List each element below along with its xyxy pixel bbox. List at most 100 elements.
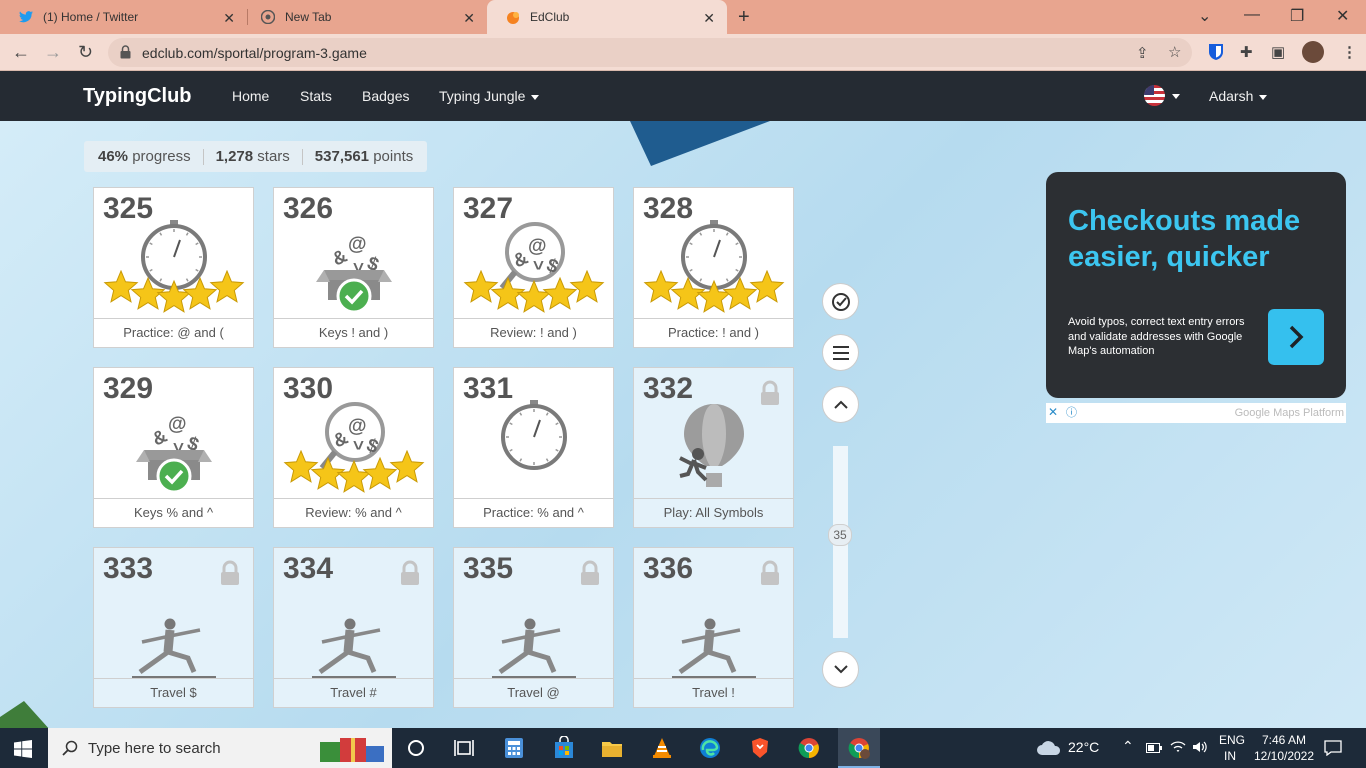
close-tab-icon[interactable]: ✕ [463,10,475,27]
reload-button[interactable]: ↻ [78,42,93,63]
share-icon[interactable]: ⇪ [1136,44,1149,62]
progress-percent: 46% [98,148,129,165]
site-logo[interactable]: TypingClub [83,85,192,108]
lesson-title: Review: % and ^ [274,498,433,527]
brave-icon[interactable] [748,736,772,760]
lesson-card-329[interactable]: & @ ^ $ 329 Keys % and ^ [93,367,254,528]
tab-twitter[interactable]: (1) Home / Twitter ✕ [0,0,247,34]
side-panel-icon[interactable]: ▣ [1271,43,1285,61]
wifi-icon[interactable] [1170,740,1186,754]
lesson-card-333[interactable]: 333 Travel $ [93,547,254,708]
taskbar-search[interactable]: Type here to search [48,728,392,768]
lesson-number: 333 [103,552,154,585]
padlock-icon [579,560,601,586]
windows-taskbar: Type here to search 22°C ⌃ ENG IN 7:46 A… [0,728,1366,768]
scroll-thumb[interactable]: 35 [828,524,852,546]
new-tab-button[interactable]: + [738,6,750,29]
lesson-title: Travel # [274,678,433,707]
tab-edclub[interactable]: EdClub ✕ [487,0,727,34]
bitwarden-extension-icon[interactable] [1208,43,1224,61]
clock-date[interactable]: 12/10/2022 [1252,749,1316,763]
lesson-card-328[interactable]: 328 Practice: ! and ) [633,187,794,348]
extensions-puzzle-icon[interactable]: ✚ [1240,43,1253,61]
us-flag-icon[interactable] [1144,85,1165,106]
lesson-card-335[interactable]: 335 Travel @ [453,547,614,708]
lesson-card-330[interactable]: & @ ^ $330 Review: % and ^ [273,367,434,528]
weather-temp[interactable]: 22°C [1068,739,1099,755]
edge-icon[interactable] [698,736,722,760]
scroll-down-button[interactable] [822,651,859,688]
task-view-icon[interactable] [452,736,476,760]
vlc-icon[interactable] [650,736,674,760]
ad-headline: Checkouts made easier, quicker [1068,205,1301,273]
lesson-title: Practice: @ and ( [94,318,253,347]
bookmark-star-icon[interactable]: ☆ [1168,43,1181,61]
stars-label: stars [257,148,290,165]
lesson-number: 326 [283,192,334,225]
restore-button[interactable]: ❐ [1290,6,1304,26]
svg-text:^: ^ [353,431,364,452]
lesson-card-327[interactable]: & @ ^ $327 Review: ! and ) [453,187,614,348]
lesson-title: Travel $ [94,678,253,707]
file-explorer-icon[interactable] [600,736,624,760]
lesson-card-325[interactable]: 325 Practice: @ and ( [93,187,254,348]
clock-time[interactable]: 7:46 AM [1257,733,1311,747]
balloon-icon [634,398,793,498]
url-field[interactable]: edclub.com/sportal/program-3.game ⇪ ☆ [108,38,1192,67]
ad-arrow-button[interactable] [1268,309,1324,365]
completed-filter-button[interactable] [822,283,859,320]
star-icon [463,270,499,303]
back-button[interactable]: ← [12,42,30,63]
battery-icon[interactable] [1146,743,1162,753]
nav-badges[interactable]: Badges [362,88,409,104]
chevron-down-icon[interactable] [1172,94,1180,99]
star-icon [283,450,319,483]
tab-new-tab[interactable]: New Tab ✕ [242,0,487,34]
language-top[interactable]: ENG [1219,733,1245,747]
close-tab-icon[interactable]: ✕ [223,10,235,27]
star-rating [643,270,785,313]
profile-avatar[interactable] [1302,41,1324,63]
points-count: 537,561 [314,148,370,165]
star-icon [516,279,552,313]
chevron-up-icon[interactable]: ⌃ [1122,738,1134,755]
nav-typing-jungle[interactable]: Typing Jungle [439,88,540,104]
tab-search-icon[interactable]: ⌄ [1198,6,1211,26]
chrome-active-app[interactable] [838,728,880,768]
scroll-up-button[interactable] [822,386,859,423]
ad-sponsor: Google Maps Platform [1234,407,1344,419]
volume-icon[interactable] [1192,740,1208,754]
advertisement[interactable]: Checkouts made easier, quicker Avoid typ… [1046,172,1346,398]
padlock-icon [759,380,781,406]
lesson-card-334[interactable]: 334 Travel # [273,547,434,708]
list-menu-button[interactable] [822,334,859,371]
cloud-weather-icon[interactable] [1036,739,1062,757]
lesson-card-332[interactable]: 332 Play: All Symbols [633,367,794,528]
windows-start-icon[interactable] [14,740,32,758]
language-bottom[interactable]: IN [1224,749,1236,763]
calculator-icon[interactable] [502,736,526,760]
yoga-icon [634,578,793,678]
lesson-title: Keys ! and ) [274,318,433,347]
user-menu[interactable]: Adarsh [1209,88,1268,104]
menu-kebab-icon[interactable]: ⋮ [1342,43,1357,61]
lesson-card-331[interactable]: 331 Practice: % and ^ [453,367,614,528]
lesson-card-336[interactable]: 336 Travel ! [633,547,794,708]
lesson-number: 325 [103,192,154,225]
notification-icon[interactable] [1324,740,1342,756]
nav-stats[interactable]: Stats [300,88,332,104]
store-icon[interactable] [552,736,576,760]
nav-home[interactable]: Home [232,88,269,104]
close-window-button[interactable]: ✕ [1336,6,1349,26]
forward-button[interactable]: → [44,42,62,63]
lesson-title: Practice: % and ^ [454,498,613,527]
cortana-icon[interactable] [404,736,428,760]
lesson-title: Practice: ! and ) [634,318,793,347]
check-circle-icon [831,292,850,311]
ad-close-icon[interactable]: ✕ [1048,405,1058,419]
minimize-button[interactable]: — [1244,6,1260,24]
close-tab-icon[interactable]: ✕ [703,10,715,27]
ad-info-icon[interactable]: ⓘ [1066,404,1077,420]
lesson-card-326[interactable]: & @ ^ $ 326 Keys ! and ) [273,187,434,348]
chrome-taskbar-icon[interactable] [797,736,821,760]
